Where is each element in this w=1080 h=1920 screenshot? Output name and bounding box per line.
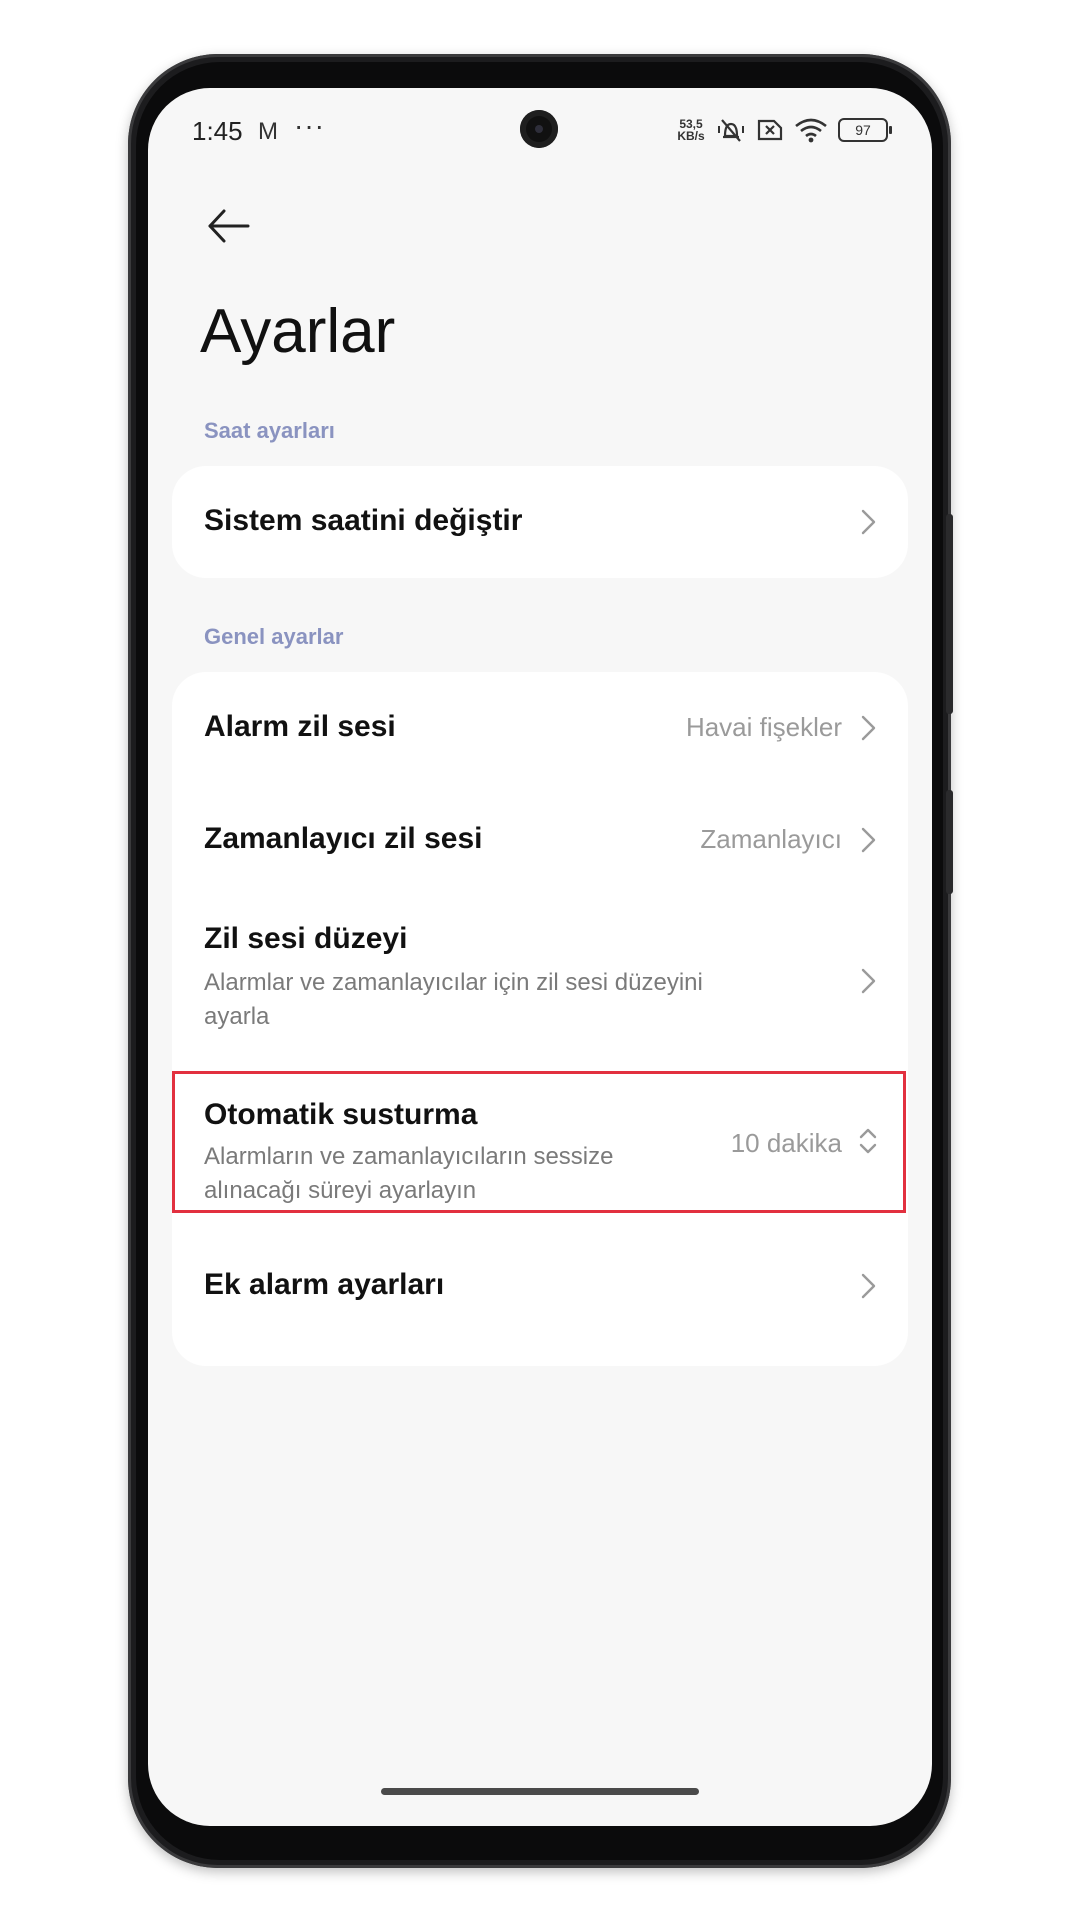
chevron-right-icon bbox=[861, 509, 876, 535]
card-clock: Sistem saatini değiştir bbox=[172, 466, 908, 578]
section-label-general: Genel ayarlar bbox=[204, 624, 344, 649]
network-speed-unit: KB/s bbox=[677, 129, 705, 143]
row-title: Ek alarm ayarları bbox=[204, 1268, 445, 1301]
row-description: Alarmlar ve zamanlayıcılar için zil sesi… bbox=[204, 969, 703, 1030]
wifi-icon bbox=[795, 118, 827, 143]
chevron-right-icon bbox=[861, 715, 876, 741]
row-title: Zil sesi düzeyi bbox=[204, 922, 408, 955]
mail-icon: M bbox=[258, 118, 278, 145]
chevron-right-icon bbox=[861, 1273, 876, 1299]
power-button bbox=[946, 790, 953, 894]
row-timer-ringtone[interactable]: Zamanlayıcı zil sesi Zamanlayıcı bbox=[172, 784, 908, 896]
volume-up-button bbox=[946, 514, 953, 714]
highlight-box bbox=[172, 1071, 906, 1213]
section-label-clock: Saat ayarları bbox=[204, 418, 335, 443]
vibrate-silent-icon bbox=[718, 119, 744, 142]
network-speed: 53,5 KB/s bbox=[676, 118, 706, 142]
row-ringtone-volume[interactable]: Zil sesi düzeyi Alarmlar ve zamanlayıcıl… bbox=[172, 896, 908, 1066]
chevron-right-icon bbox=[861, 968, 876, 994]
sim-missing-icon bbox=[757, 119, 783, 141]
page-title: Ayarlar bbox=[200, 297, 396, 366]
row-title: Zamanlayıcı zil sesi bbox=[204, 822, 483, 855]
more-icon: ··· bbox=[294, 110, 325, 141]
home-indicator[interactable] bbox=[381, 1788, 699, 1795]
card-general: Alarm zil sesi Havai fişekler Zamanlayıc… bbox=[172, 672, 908, 1366]
row-title: Sistem saatini değiştir bbox=[204, 504, 523, 537]
row-title: Alarm zil sesi bbox=[204, 710, 396, 743]
arrow-left-icon[interactable] bbox=[200, 198, 256, 254]
status-bar: 1:45 M ··· 53,5 KB/s 97 bbox=[148, 88, 932, 176]
row-alarm-ringtone[interactable]: Alarm zil sesi Havai fişekler bbox=[172, 672, 908, 784]
battery-icon: 97 bbox=[838, 118, 892, 142]
front-camera bbox=[520, 110, 558, 148]
screen: 1:45 M ··· 53,5 KB/s 97 Ayarlar Saat aya… bbox=[148, 88, 932, 1826]
status-icons: 53,5 KB/s 97 bbox=[676, 116, 892, 144]
row-system-time[interactable]: Sistem saatini değiştir bbox=[172, 466, 908, 578]
row-extra-alarm-settings[interactable]: Ek alarm ayarları bbox=[172, 1232, 908, 1344]
status-time: 1:45 bbox=[192, 116, 243, 146]
row-value: Zamanlayıcı bbox=[700, 824, 842, 854]
chevron-right-icon bbox=[861, 827, 876, 853]
row-value: Havai fişekler bbox=[685, 712, 842, 742]
